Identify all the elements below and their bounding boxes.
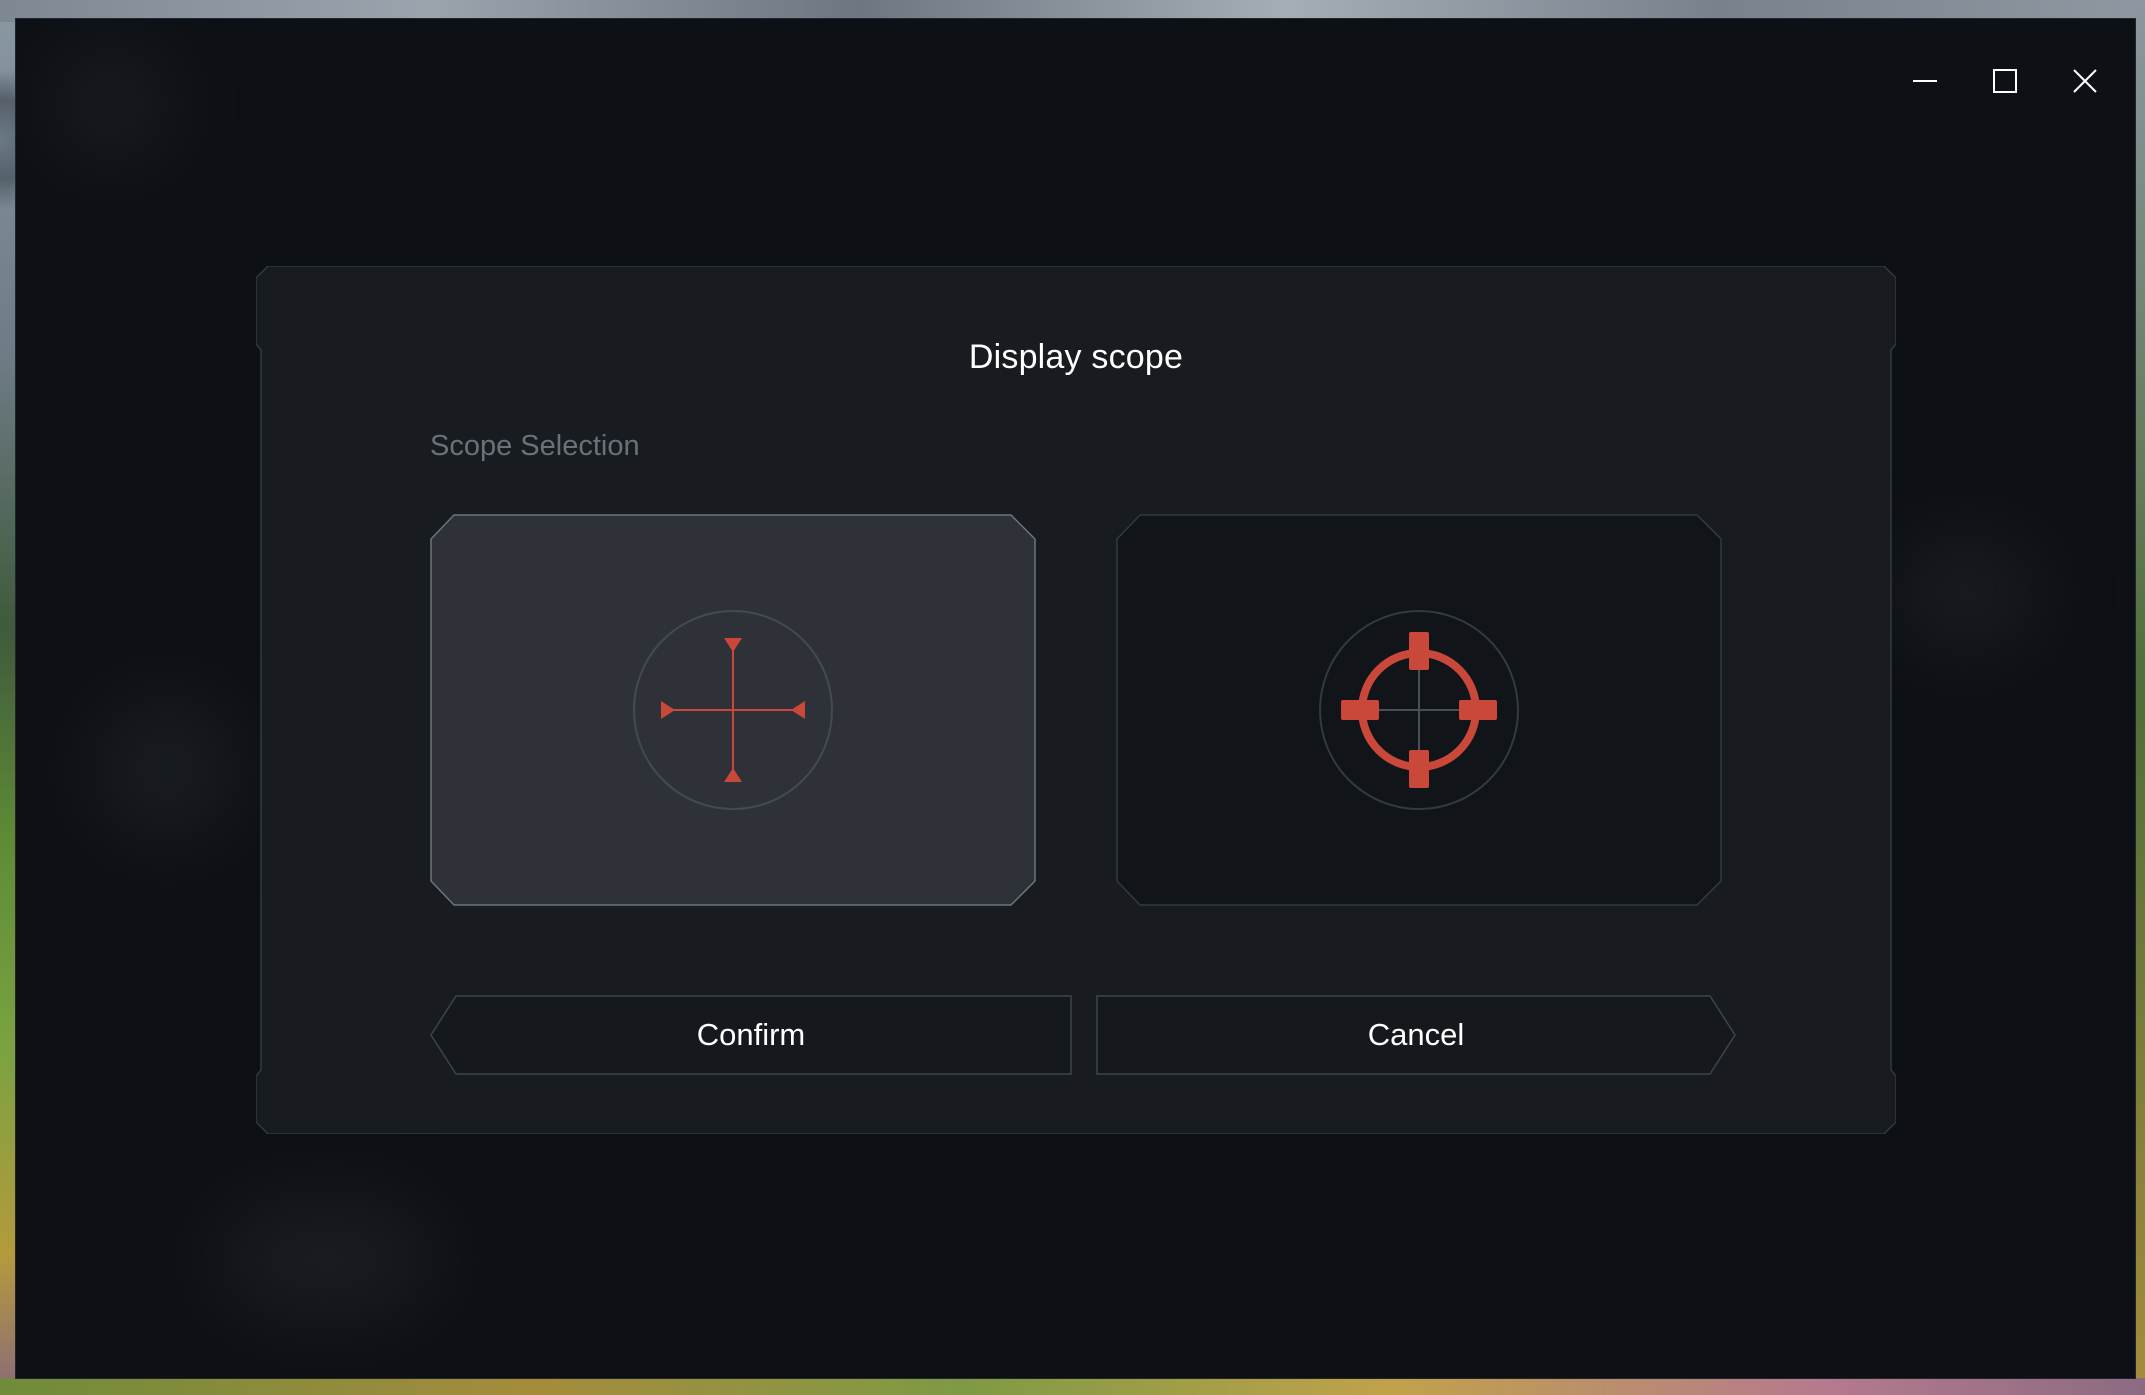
cancel-button[interactable]: Cancel	[1096, 995, 1736, 1075]
crosshair-arrows-icon	[633, 610, 833, 810]
cancel-button-label: Cancel	[1367, 1017, 1465, 1052]
display-scope-dialog: Display scope Scope Selection Confirm Ca…	[256, 266, 1896, 1134]
close-icon	[2073, 69, 2097, 93]
dialog-title: Display scope	[968, 338, 1184, 376]
background-blur	[56, 49, 166, 159]
crosshair-target-icon	[1319, 610, 1519, 810]
desktop-wallpaper-right	[2135, 0, 2145, 1395]
scope-selection-label: Scope Selection	[430, 430, 640, 462]
background-blur	[216, 1199, 436, 1319]
app-window: Display scope Scope Selection Confirm Ca…	[16, 19, 2135, 1378]
maximize-button[interactable]	[1965, 49, 2045, 113]
scope-option-target[interactable]	[1116, 514, 1722, 906]
close-button[interactable]	[2045, 49, 2125, 113]
maximize-icon	[1993, 69, 2017, 93]
minimize-icon	[1913, 80, 1937, 82]
window-controls	[1885, 49, 2125, 113]
confirm-button[interactable]: Confirm	[430, 995, 1072, 1075]
background-blur	[96, 699, 236, 839]
scope-option-crosshair[interactable]	[430, 514, 1036, 906]
confirm-button-label: Confirm	[696, 1017, 806, 1052]
background-blur	[1896, 539, 2036, 649]
desktop-wallpaper-bottom	[0, 1378, 2145, 1395]
minimize-button[interactable]	[1885, 49, 1965, 113]
